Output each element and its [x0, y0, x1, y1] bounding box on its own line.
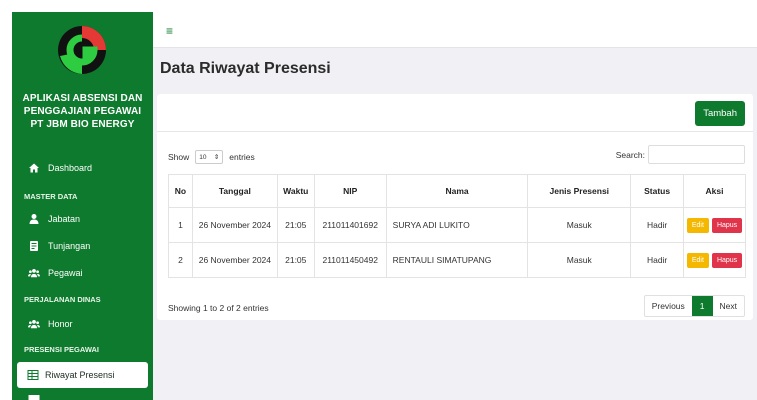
cell-aksi: Edit Hapus [683, 207, 746, 243]
pagination: Previous 1 Next [643, 295, 745, 317]
delete-button[interactable]: Hapus [711, 252, 743, 268]
table-icon [27, 369, 39, 381]
cell-jenis-presensi: Masuk [527, 207, 632, 243]
table-icon [28, 394, 40, 400]
sidebar-item-dashboard[interactable]: Dashboard [28, 162, 92, 174]
cell-status: Hadir [630, 242, 685, 278]
attendance-table: No Tanggal Waktu NIP Nama Jenis Presensi… [168, 174, 746, 278]
column-header-tanggal[interactable]: Tanggal [191, 174, 278, 208]
app-name-line-2: PENGGAJIAN PEGAWAI [23, 106, 142, 117]
sidebar-item-label: Pegawai [48, 268, 83, 278]
table-search: Search: [616, 145, 745, 164]
edit-button[interactable]: Edit [686, 252, 709, 268]
column-header-waktu[interactable]: Waktu [276, 174, 315, 208]
cell-tanggal: 26 November 2024 [191, 207, 278, 243]
column-header-no[interactable]: No [168, 174, 193, 208]
cell-nip: 211011401692 [313, 207, 387, 243]
cell-status: Hadir [630, 207, 685, 243]
sidebar-item-next-partial[interactable] [28, 394, 40, 400]
table-row: 2 26 November 2024 21:05 211011450492 RE… [168, 242, 746, 278]
next-page-button[interactable]: Next [713, 296, 744, 316]
app-window: APLIKASI ABSENSI DAN PENGGAJIAN PEGAWAI … [12, 12, 757, 400]
sidebar-item-label: Riwayat Presensi [45, 370, 115, 380]
page-title: Data Riwayat Presensi [160, 60, 331, 77]
card-header: Tambah [157, 94, 753, 132]
column-header-nama[interactable]: Nama [385, 174, 529, 208]
table-row: 1 26 November 2024 21:05 211011401692 SU… [168, 207, 746, 243]
app-name-line-3: PT JBM BIO ENERGY [30, 119, 135, 130]
app-name: APLIKASI ABSENSI DAN PENGGAJIAN PEGAWAI … [12, 92, 153, 131]
sidebar-item-riwayat-presensi[interactable]: Riwayat Presensi [17, 362, 148, 388]
add-button[interactable]: Tambah [695, 101, 745, 126]
cell-waktu: 21:05 [276, 242, 315, 278]
sidebar: APLIKASI ABSENSI DAN PENGGAJIAN PEGAWAI … [12, 12, 153, 400]
search-input[interactable] [648, 145, 745, 164]
show-label: Show [168, 152, 190, 162]
sidebar-item-jabatan[interactable]: Jabatan [28, 213, 80, 225]
delete-button[interactable]: Hapus [711, 217, 743, 233]
top-navbar: ≡ [153, 12, 757, 48]
search-label: Search: [615, 149, 645, 160]
table-header-row: No Tanggal Waktu NIP Nama Jenis Presensi… [168, 174, 746, 208]
company-logo-icon [58, 26, 106, 74]
sidebar-item-label: Jabatan [48, 214, 81, 224]
entries-select[interactable]: 10 ⇕ [195, 150, 224, 164]
sidebar-section-presensi-pegawai: PRESENSI PEGAWAI [24, 345, 100, 354]
previous-page-button[interactable]: Previous [645, 296, 692, 316]
sidebar-section-perjalanan-dinas: PERJALANAN DINAS [24, 295, 101, 304]
cell-no: 1 [168, 207, 193, 243]
app-name-line-1: APLIKASI ABSENSI DAN [22, 93, 143, 104]
users-icon [28, 318, 40, 330]
edit-button[interactable]: Edit [686, 217, 709, 233]
sidebar-item-label: Honor [48, 319, 73, 329]
user-icon [28, 213, 40, 225]
page-1-button[interactable]: 1 [691, 296, 713, 316]
cell-waktu: 21:05 [276, 207, 315, 243]
entries-label: entries [229, 152, 255, 162]
sidebar-item-label: Dashboard [48, 163, 93, 173]
sidebar-item-tunjangan[interactable]: Tunjangan [28, 240, 90, 252]
entries-length-control: Show 10 ⇕ entries [168, 150, 255, 164]
document-icon [28, 240, 40, 252]
entries-select-value: 10 [199, 153, 207, 161]
cell-aksi: Edit Hapus [683, 242, 746, 278]
cell-nama: SURYA ADI LUKITO [385, 207, 529, 243]
column-header-jenis-presensi[interactable]: Jenis Presensi [527, 174, 632, 208]
menu-toggle-icon[interactable]: ≡ [166, 24, 173, 38]
chevron-updown-icon: ⇕ [213, 154, 220, 161]
sidebar-item-honor[interactable]: Honor [28, 318, 73, 330]
column-header-nip[interactable]: NIP [313, 174, 387, 208]
cell-nama: RENTAULI SIMATUPANG [385, 242, 529, 278]
users-icon [28, 267, 40, 279]
cell-jenis-presensi: Masuk [527, 242, 632, 278]
sidebar-section-master-data: MASTER DATA [24, 192, 78, 201]
sidebar-item-label: Tunjangan [48, 241, 91, 251]
attendance-history-card: Tambah Show 10 ⇕ entries Search: No Tang… [157, 94, 753, 320]
home-icon [28, 162, 40, 174]
sidebar-item-pegawai[interactable]: Pegawai [28, 267, 83, 279]
table-info: Showing 1 to 2 of 2 entries [168, 303, 269, 313]
column-header-aksi[interactable]: Aksi [683, 174, 746, 208]
column-header-status[interactable]: Status [630, 174, 685, 208]
cell-no: 2 [168, 242, 193, 278]
cell-tanggal: 26 November 2024 [191, 242, 278, 278]
cell-nip: 211011450492 [313, 242, 387, 278]
